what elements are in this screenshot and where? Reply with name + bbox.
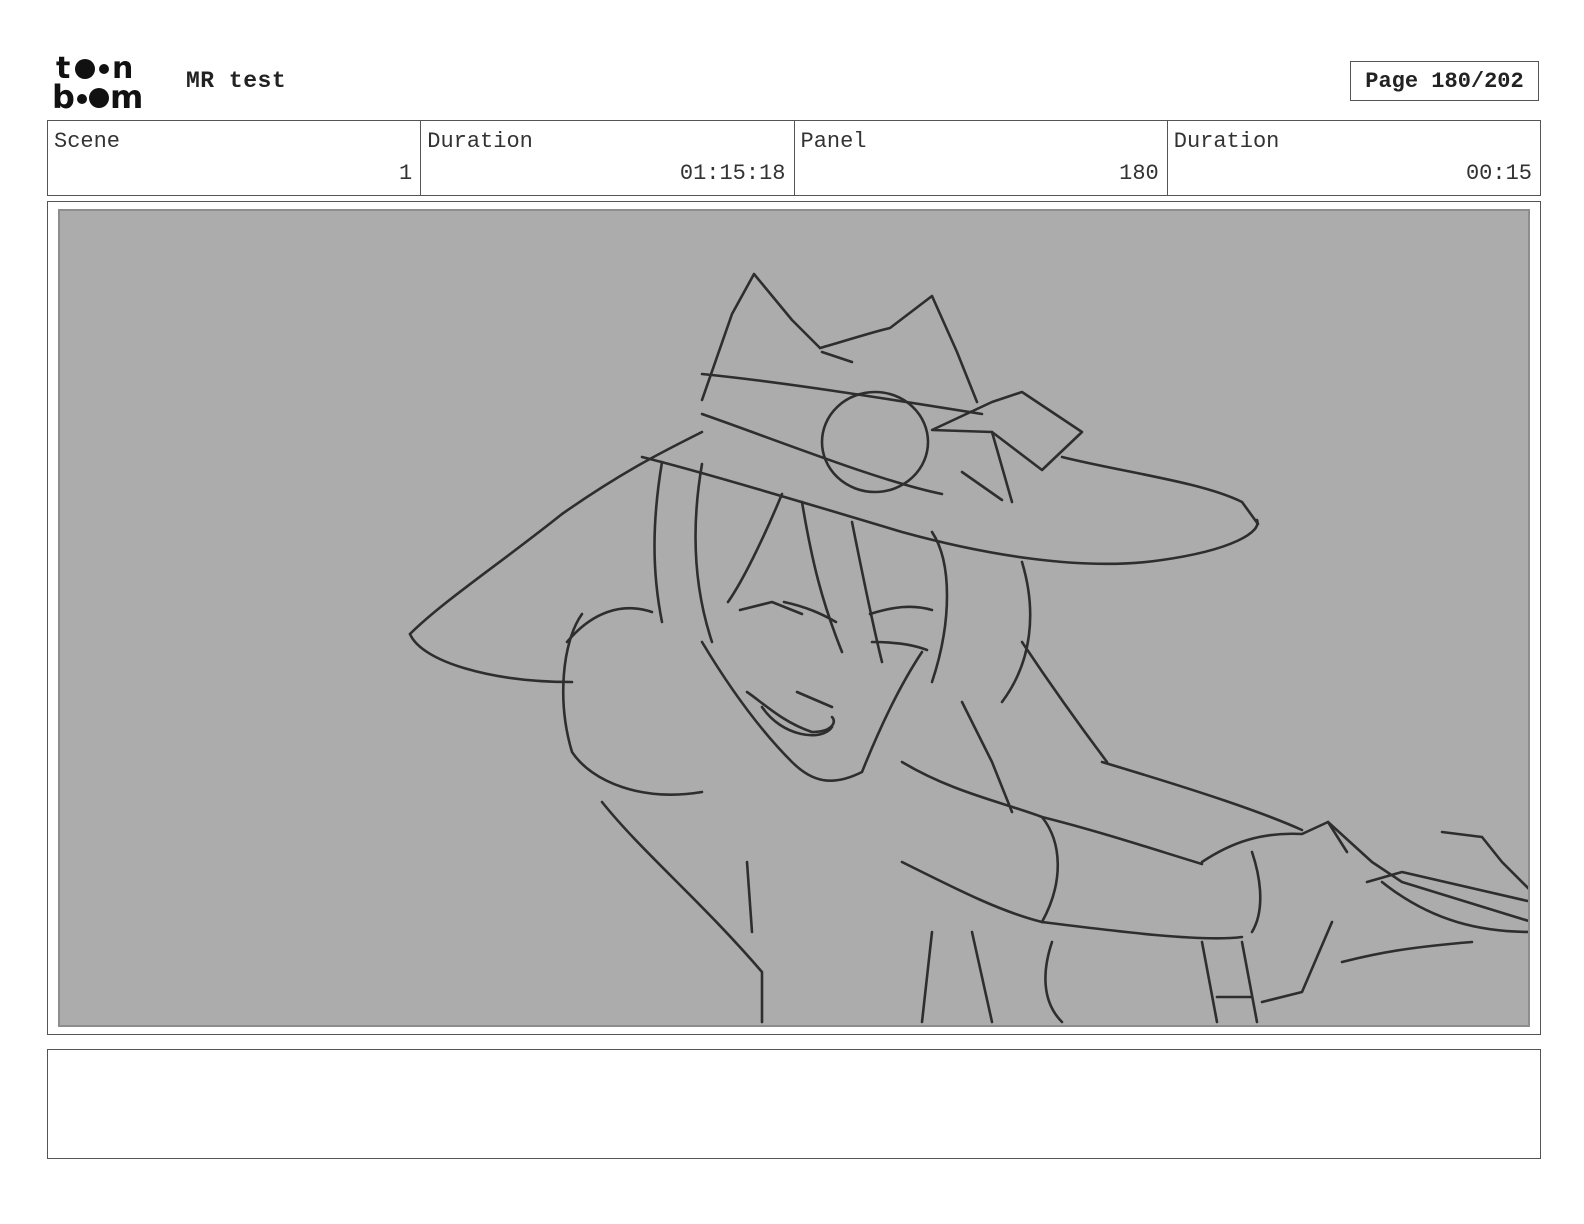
panel-label: Panel <box>800 129 867 154</box>
toon-boom-logo: t n b m <box>52 52 143 112</box>
panel-duration-label: Duration <box>1173 129 1280 154</box>
panel-cell: Panel 180 <box>795 121 1168 195</box>
panel-value: 180 <box>1119 161 1159 186</box>
scene-duration-value: 01:15:18 <box>679 161 786 186</box>
svg-text:b: b <box>52 78 75 112</box>
notes-box[interactable] <box>47 1049 1541 1159</box>
scene-label: Scene <box>54 129 121 154</box>
panel-duration-value: 00:15 <box>1465 161 1532 186</box>
page-indicator: Page 180/202 <box>1350 61 1539 101</box>
panel-image <box>58 209 1530 1027</box>
scene-duration-cell: Duration 01:15:18 <box>421 121 795 195</box>
scene-value: 1 <box>399 161 413 186</box>
scene-cell: Scene 1 <box>48 121 422 195</box>
sketch-drawing <box>408 272 1528 1024</box>
svg-text:m: m <box>110 78 143 112</box>
project-title: MR test <box>186 68 287 94</box>
scene-duration-label: Duration <box>427 129 533 154</box>
panel-info-row: Scene 1 Duration 01:15:18 Panel 180 Dura… <box>47 120 1541 196</box>
panel-duration-cell: Duration 00:15 <box>1168 121 1540 195</box>
